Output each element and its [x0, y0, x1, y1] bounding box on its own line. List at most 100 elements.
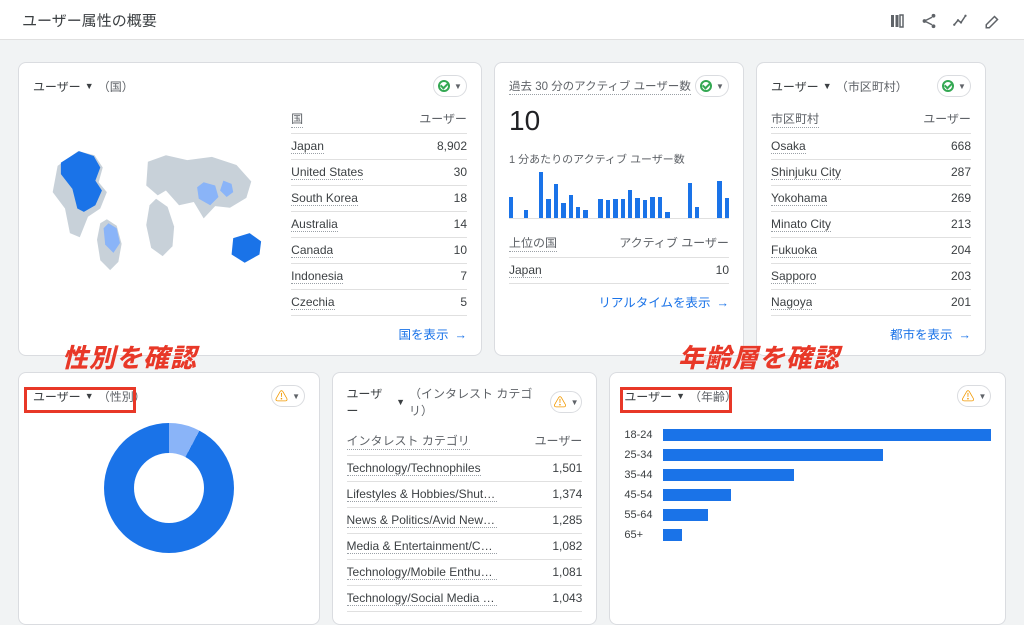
- table-row[interactable]: Technology/Technophiles1,501: [347, 456, 583, 482]
- check-icon: [438, 80, 450, 92]
- table-row[interactable]: Lifestyles & Hobbies/Shutter...1,374: [347, 482, 583, 508]
- table-row[interactable]: Shinjuku City 287: [771, 160, 971, 186]
- row-value: 204: [921, 243, 971, 258]
- col-dim: 国: [291, 110, 303, 128]
- table-row[interactable]: Czechia5: [291, 290, 467, 316]
- dim-sub: （市区町村）: [836, 78, 908, 95]
- row-bottom: ユーザー▼ （性別） ⚠▼ ユーザー▼ （インタレスト カテゴリ） ⚠▼ インタ…: [18, 372, 1006, 625]
- card-users-by-age: ユーザー▼ （年齢） ⚠▼ 18-2425-3435-4445-5455-646…: [609, 372, 1006, 625]
- spark-bar: [606, 200, 610, 218]
- card-users-by-city: ユーザー▼ （市区町村） ▼ 市区町村 ユーザー Osaka668Shinjuk…: [756, 62, 986, 356]
- table-header: 国 ユーザー: [291, 105, 467, 134]
- spark-bar: [688, 183, 692, 218]
- col-val: ユーザー: [417, 110, 467, 128]
- table-row[interactable]: South Korea18: [291, 186, 467, 212]
- row-label: Fukuoka: [771, 243, 817, 258]
- age-tick: 35-44: [624, 465, 652, 485]
- spark-bar: [725, 198, 729, 218]
- insights-icon[interactable]: [952, 12, 970, 30]
- status-pill-ok[interactable]: ▼: [695, 75, 729, 97]
- page-title: ユーザー属性の概要: [22, 10, 157, 31]
- chevron-down-icon: ▼: [958, 82, 966, 91]
- row-label: Lifestyles & Hobbies/Shutter...: [347, 487, 497, 502]
- table-row[interactable]: Technology/Mobile Enthusia...1,081: [347, 560, 583, 586]
- country-body: 国 ユーザー Japan8,902United States30South Ko…: [33, 105, 467, 316]
- realtime-big-number: 10: [509, 105, 729, 137]
- status-pill-ok[interactable]: ▼: [937, 75, 971, 97]
- status-pill-warn[interactable]: ⚠▼: [550, 391, 583, 413]
- table-row[interactable]: Sapporo203: [771, 264, 971, 290]
- spark-bar: [583, 210, 587, 218]
- gender-donut-chart[interactable]: [104, 423, 234, 553]
- card-users-by-gender: ユーザー▼ （性別） ⚠▼: [18, 372, 320, 625]
- table-row[interactable]: Technology/Social Media En...1,043: [347, 586, 583, 612]
- col-dim: 上位の国: [509, 234, 557, 252]
- chevron-down-icon: ▼: [571, 398, 579, 407]
- world-map[interactable]: [33, 105, 279, 316]
- table-row[interactable]: Canada10: [291, 238, 467, 264]
- map-au: [232, 233, 262, 263]
- spark-bar: [621, 199, 625, 218]
- row-value: 668: [921, 139, 971, 154]
- row-value: 1,501: [532, 461, 582, 476]
- spark-bar: [598, 199, 602, 218]
- age-bar: [663, 469, 794, 481]
- table-row[interactable]: Minato City213: [771, 212, 971, 238]
- link-view-cities[interactable]: 都市を表示→: [771, 324, 971, 343]
- row-label: Indonesia: [291, 269, 343, 284]
- chevron-down-icon: ▼: [396, 397, 405, 407]
- table-row[interactable]: Indonesia 7: [291, 264, 467, 290]
- age-axis-labels: 18-2425-3435-4445-5455-6465+: [624, 425, 652, 545]
- chevron-down-icon: ▼: [676, 391, 685, 401]
- header-actions: [888, 12, 1002, 30]
- table-row[interactable]: Osaka 668: [771, 134, 971, 160]
- row-value: 18: [417, 191, 467, 206]
- dim-main: ユーザー: [33, 78, 81, 95]
- compare-icon[interactable]: [888, 12, 906, 30]
- share-icon[interactable]: [920, 12, 938, 30]
- row-value: 1,043: [532, 591, 582, 606]
- table-row[interactable]: United States30: [291, 160, 467, 186]
- table-row[interactable]: Nagoya201: [771, 290, 971, 316]
- col-dim: 市区町村: [771, 110, 819, 128]
- table-row[interactable]: Australia14: [291, 212, 467, 238]
- status-pill-ok[interactable]: ▼: [433, 75, 467, 97]
- col-val: アクティブ ユーザー: [619, 234, 729, 252]
- age-tick: 25-34: [624, 445, 652, 465]
- row-label: Canada: [291, 243, 333, 258]
- row-value: 7: [417, 269, 467, 284]
- dim-select-country[interactable]: ユーザー▼ （国）: [33, 78, 134, 95]
- age-bar-chart[interactable]: 18-2425-3435-4445-5455-6465+: [624, 425, 991, 545]
- edit-icon[interactable]: [984, 12, 1002, 30]
- row-label: Minato City: [771, 217, 831, 232]
- link-view-countries[interactable]: 国を表示→: [33, 324, 467, 343]
- status-pill-warn[interactable]: ⚠▼: [271, 385, 305, 407]
- row-label: Media & Entertainment/Com...: [347, 539, 497, 554]
- age-bar: [663, 489, 732, 501]
- world-map-svg: [33, 131, 279, 291]
- row-value: 287: [921, 165, 971, 180]
- link-view-realtime[interactable]: リアルタイムを表示→: [509, 292, 729, 311]
- dim-select-interest[interactable]: ユーザー▼ （インタレスト カテゴリ）: [347, 385, 550, 419]
- table-row[interactable]: Yokohama269: [771, 186, 971, 212]
- table-row[interactable]: News & Politics/Avid News ...1,285: [347, 508, 583, 534]
- dim-select-gender[interactable]: ユーザー▼ （性別）: [33, 388, 146, 405]
- warning-icon: ⚠: [962, 390, 975, 403]
- age-tick: 18-24: [624, 425, 652, 445]
- table-row[interactable]: Japan8,902: [291, 134, 467, 160]
- table-row[interactable]: Media & Entertainment/Com...1,082: [347, 534, 583, 560]
- dim-select-city[interactable]: ユーザー▼ （市区町村）: [771, 78, 908, 95]
- chevron-down-icon: ▼: [716, 82, 724, 91]
- table-row[interactable]: Japan10: [509, 258, 729, 284]
- table-row[interactable]: Fukuoka 204: [771, 238, 971, 264]
- status-pill-warn[interactable]: ⚠▼: [957, 385, 991, 407]
- row-label: Osaka: [771, 139, 806, 154]
- spark-bar: [569, 195, 573, 218]
- table-header: 上位の国 アクティブ ユーザー: [509, 229, 729, 258]
- spark-bar: [717, 181, 721, 218]
- row-label: Shinjuku City: [771, 165, 841, 180]
- age-bar: [663, 449, 883, 461]
- dim-select-age[interactable]: ユーザー▼ （年齢）: [624, 388, 737, 405]
- spark-bar: [635, 198, 639, 218]
- interest-rows: Technology/Technophiles1,501Lifestyles &…: [347, 456, 583, 612]
